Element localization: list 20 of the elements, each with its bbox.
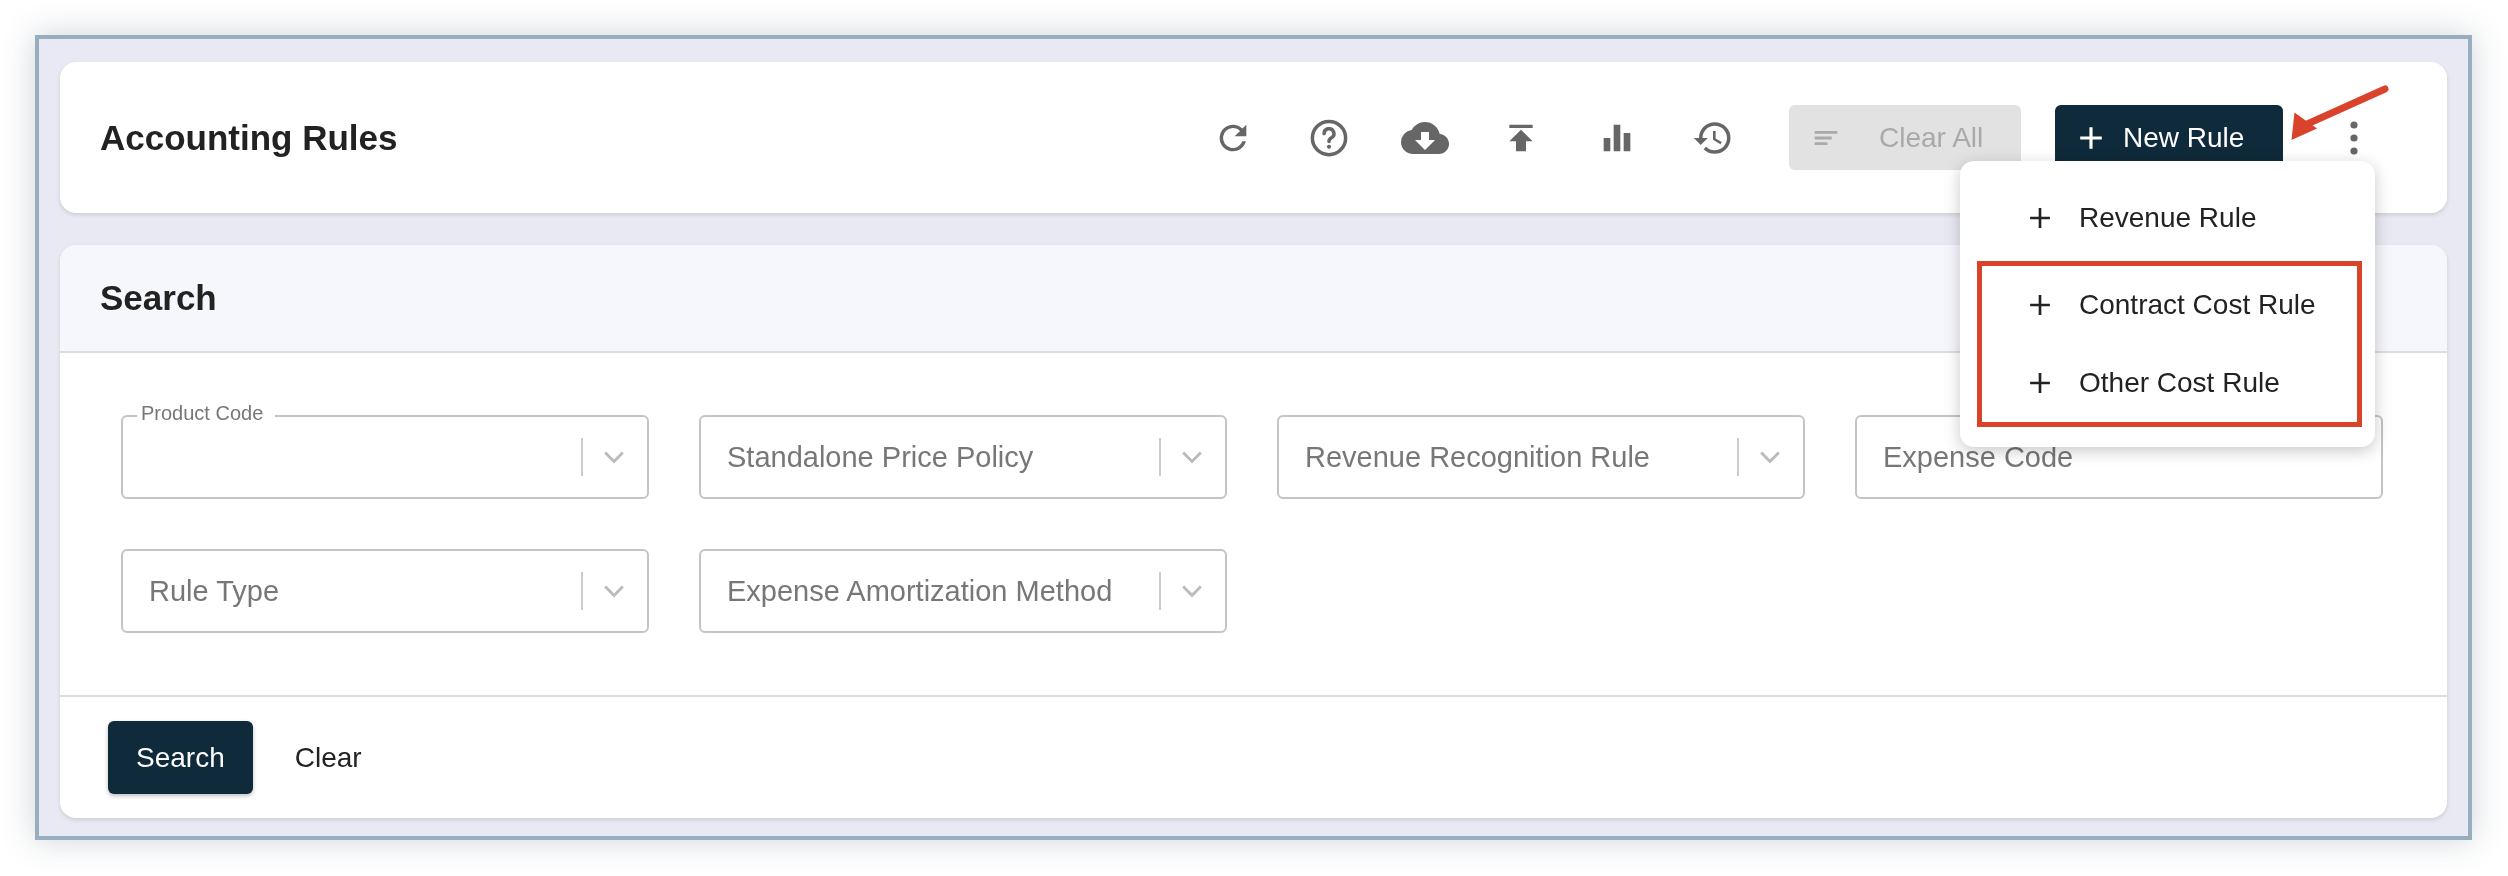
chevron-down-icon [1759, 450, 1781, 464]
chevron-down-icon [1181, 584, 1203, 598]
more-options-icon[interactable] [2349, 119, 2359, 156]
page-title: Accounting Rules [100, 117, 398, 158]
menu-item[interactable]: Revenue Rule [1977, 179, 2362, 257]
field-placeholder: Revenue Recognition Rule [1305, 440, 1651, 474]
section-title: Search [100, 278, 217, 318]
chevron-down-icon [603, 584, 625, 598]
menu-item[interactable]: Contract Cost Rule [1982, 266, 2357, 344]
clear-button[interactable]: Clear [282, 733, 374, 782]
plus-icon [2029, 294, 2051, 316]
search-button[interactable]: Search [108, 721, 253, 794]
field-placeholder: Standalone Price Policy [727, 440, 1035, 474]
plus-icon [2079, 125, 2103, 150]
field-placeholder: Rule Type [149, 574, 281, 608]
plus-icon [2029, 207, 2051, 229]
chevron-down-icon [1181, 450, 1203, 464]
plus-icon [2029, 372, 2051, 394]
field-placeholder: Expense Amortization Method [727, 574, 1114, 608]
chevron-down-icon [603, 450, 625, 464]
